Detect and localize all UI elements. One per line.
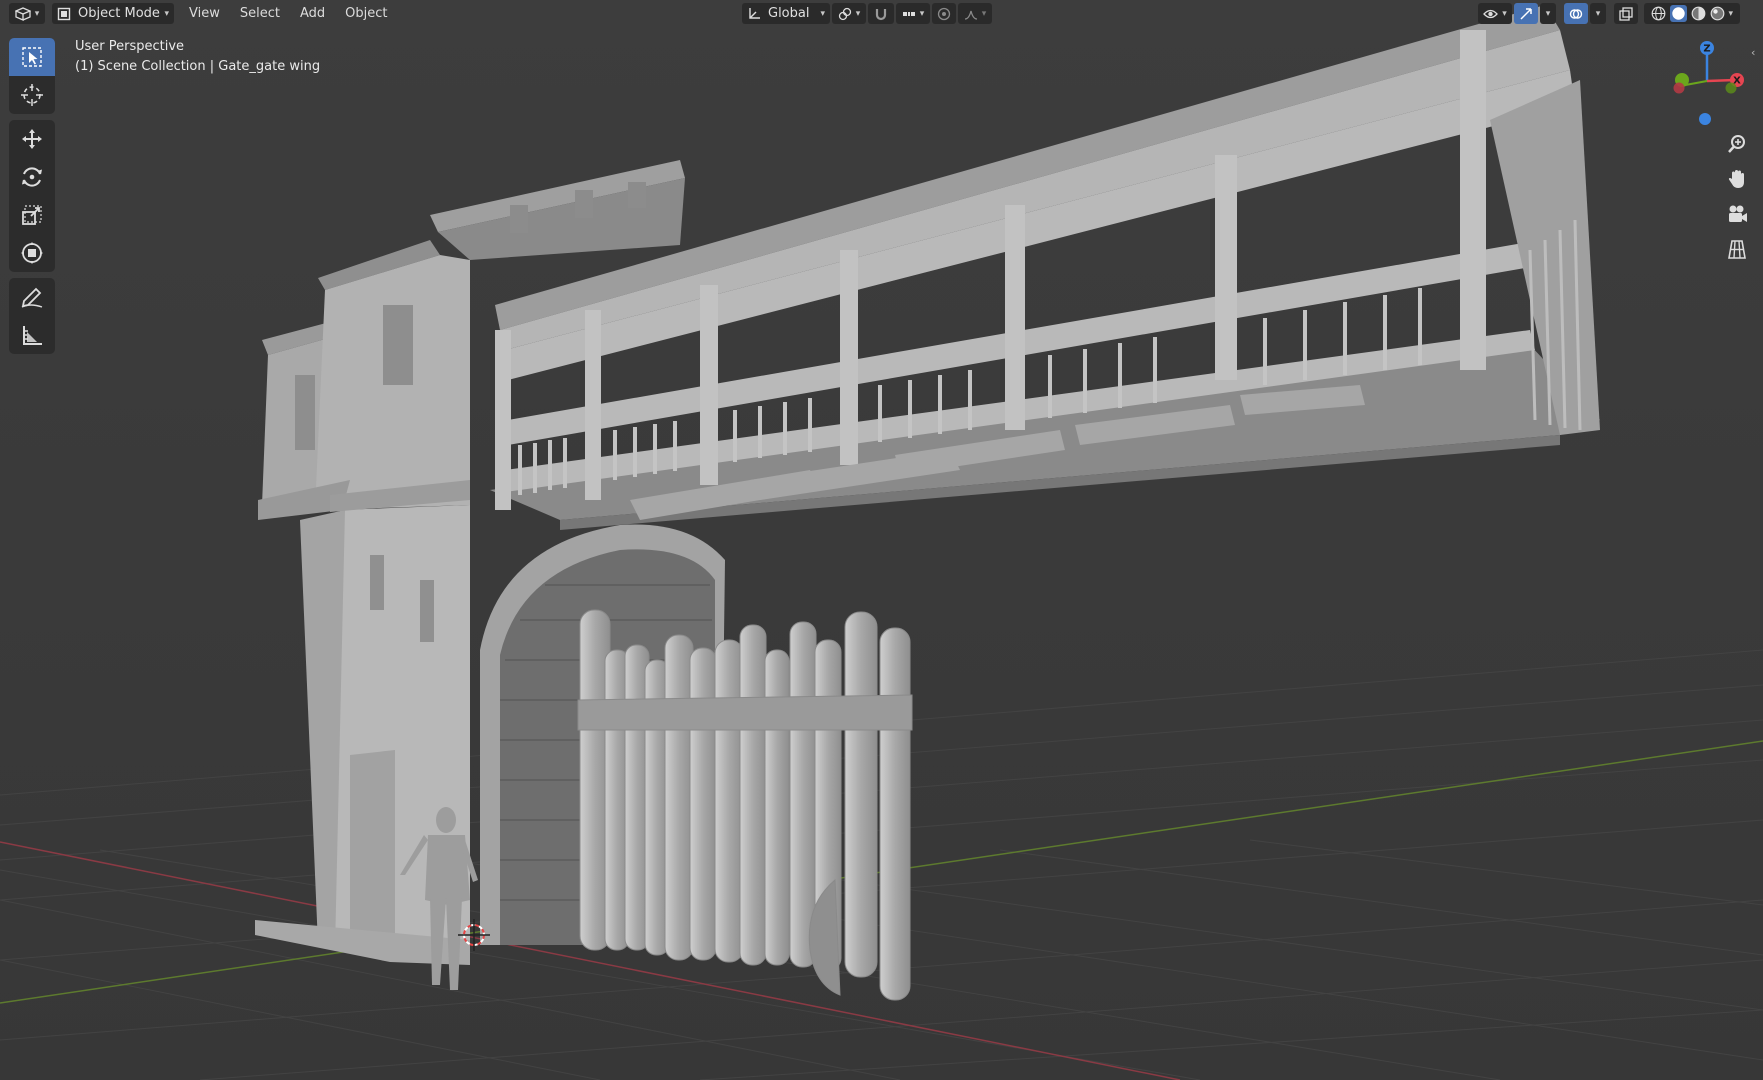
xray-toggle[interactable]	[1614, 3, 1638, 24]
transform-icon	[21, 242, 43, 264]
menu-select[interactable]: Select	[231, 3, 289, 24]
rendered-shading-icon[interactable]	[1710, 6, 1725, 21]
transform-orientation-dropdown[interactable]: Global ▾	[742, 3, 830, 24]
snap-target-dropdown[interactable]: ▾	[896, 3, 930, 24]
orientation-axes-icon	[749, 7, 760, 19]
pivot-point-icon	[838, 7, 851, 20]
chevron-down-icon: ▾	[1595, 8, 1601, 19]
measure-ruler-icon	[23, 326, 42, 345]
object-mode-icon	[57, 7, 71, 20]
chevron-down-icon: ▾	[34, 8, 40, 19]
chevron-down-icon: ▾	[855, 8, 861, 19]
editor-type-icon	[14, 6, 31, 21]
menu-object[interactable]: Object	[336, 3, 396, 24]
navigation-gizmo[interactable]: Z X	[1660, 36, 1750, 131]
scale-tool[interactable]	[9, 196, 55, 234]
pan-button[interactable]	[1722, 163, 1752, 194]
overlays-toggle[interactable]	[1564, 3, 1588, 24]
chevron-down-icon: ▾	[1545, 8, 1551, 19]
menu-view[interactable]: View	[180, 3, 229, 24]
snap-increment-icon	[902, 11, 915, 16]
material-preview-icon[interactable]	[1691, 6, 1706, 21]
mode-label: Object Mode	[78, 6, 160, 21]
camera-icon	[1729, 205, 1747, 222]
view-perspective-label: User Perspective	[75, 39, 185, 54]
move-tool[interactable]	[9, 120, 55, 158]
chevron-down-icon: ▾	[981, 8, 987, 19]
eye-icon	[1483, 9, 1499, 18]
gizmo-neg-y-axis[interactable]	[1725, 82, 1737, 94]
chevron-down-icon: ▾	[1502, 8, 1507, 19]
camera-view-button[interactable]	[1722, 198, 1752, 229]
header-menus: View Select Add Object	[180, 3, 396, 24]
collection-info-label: (1) Scene Collection | Gate_gate wing	[75, 59, 321, 74]
gizmo-neg-z-axis[interactable]	[1699, 113, 1711, 125]
zoom-icon	[1728, 134, 1745, 153]
viewport-info-overlay: User Perspective (1) Scene Collection | …	[75, 37, 320, 77]
tool-shelf	[9, 38, 55, 354]
3d-viewport[interactable]	[0, 0, 1763, 1080]
orientation-label: Global	[768, 6, 810, 21]
falloff-curve-icon	[964, 10, 977, 20]
object-visibility-dropdown[interactable]: ▾	[1478, 3, 1512, 24]
editor-type-button[interactable]: ▾	[9, 3, 45, 24]
rotate-icon	[22, 167, 42, 187]
ortho-toggle-button[interactable]	[1722, 233, 1752, 264]
tool-group-select	[9, 38, 55, 114]
cursor-icon	[21, 84, 43, 106]
proportional-editing-toggle[interactable]	[932, 3, 956, 24]
select-box-tool[interactable]	[9, 38, 55, 76]
overlays-icon	[1569, 8, 1583, 19]
viewport-navigation-buttons	[1722, 128, 1752, 264]
zoom-button[interactable]	[1722, 128, 1752, 159]
overlays-dropdown[interactable]: ▾	[1590, 3, 1606, 24]
gizmo-icon	[1520, 7, 1532, 20]
pan-hand-icon	[1728, 169, 1744, 188]
proportional-editing-icon	[937, 7, 951, 20]
scale-icon	[22, 205, 42, 225]
tool-group-annotate	[9, 278, 55, 354]
shading-modes: ▾	[1644, 3, 1740, 24]
magnet-icon	[875, 8, 887, 20]
move-icon	[22, 129, 42, 149]
viewport-header: ▾ Object Mode ▾ View Select Add Object G…	[0, 0, 1763, 27]
measure-tool[interactable]	[9, 316, 55, 354]
annotate-tool[interactable]	[9, 278, 55, 316]
gizmo-z-label: Z	[1703, 44, 1710, 55]
gate-wing	[577, 609, 913, 1001]
tool-group-transform	[9, 120, 55, 272]
sidebar-collapse-arrow-icon[interactable]: ‹	[1751, 46, 1755, 59]
gizmo-neg-x-axis[interactable]	[1673, 82, 1685, 94]
mode-selector[interactable]: Object Mode ▾	[52, 3, 174, 24]
gizmo-z-axis[interactable]: Z	[1700, 41, 1714, 55]
rotate-tool[interactable]	[9, 158, 55, 196]
snap-toggle[interactable]	[868, 3, 894, 24]
chevron-down-icon: ▾	[820, 8, 825, 19]
solid-shading-icon[interactable]	[1669, 5, 1687, 22]
transform-tool[interactable]	[9, 234, 55, 272]
annotate-pencil-icon	[21, 287, 43, 308]
menu-add[interactable]: Add	[291, 3, 334, 24]
chevron-down-icon: ▾	[919, 8, 925, 19]
proportional-falloff-dropdown[interactable]: ▾	[958, 3, 992, 24]
chevron-down-icon[interactable]: ▾	[1729, 9, 1734, 19]
wireframe-shading-icon[interactable]	[1651, 6, 1666, 21]
cursor-tool[interactable]	[9, 76, 55, 114]
orthographic-grid-icon	[1728, 239, 1746, 259]
select-box-icon	[22, 47, 42, 67]
gizmo-toggle[interactable]	[1514, 3, 1538, 24]
gizmo-dropdown[interactable]: ▾	[1540, 3, 1556, 24]
pivot-point-dropdown[interactable]: ▾	[832, 3, 866, 24]
xray-icon	[1619, 6, 1633, 21]
chevron-down-icon: ▾	[164, 8, 169, 19]
